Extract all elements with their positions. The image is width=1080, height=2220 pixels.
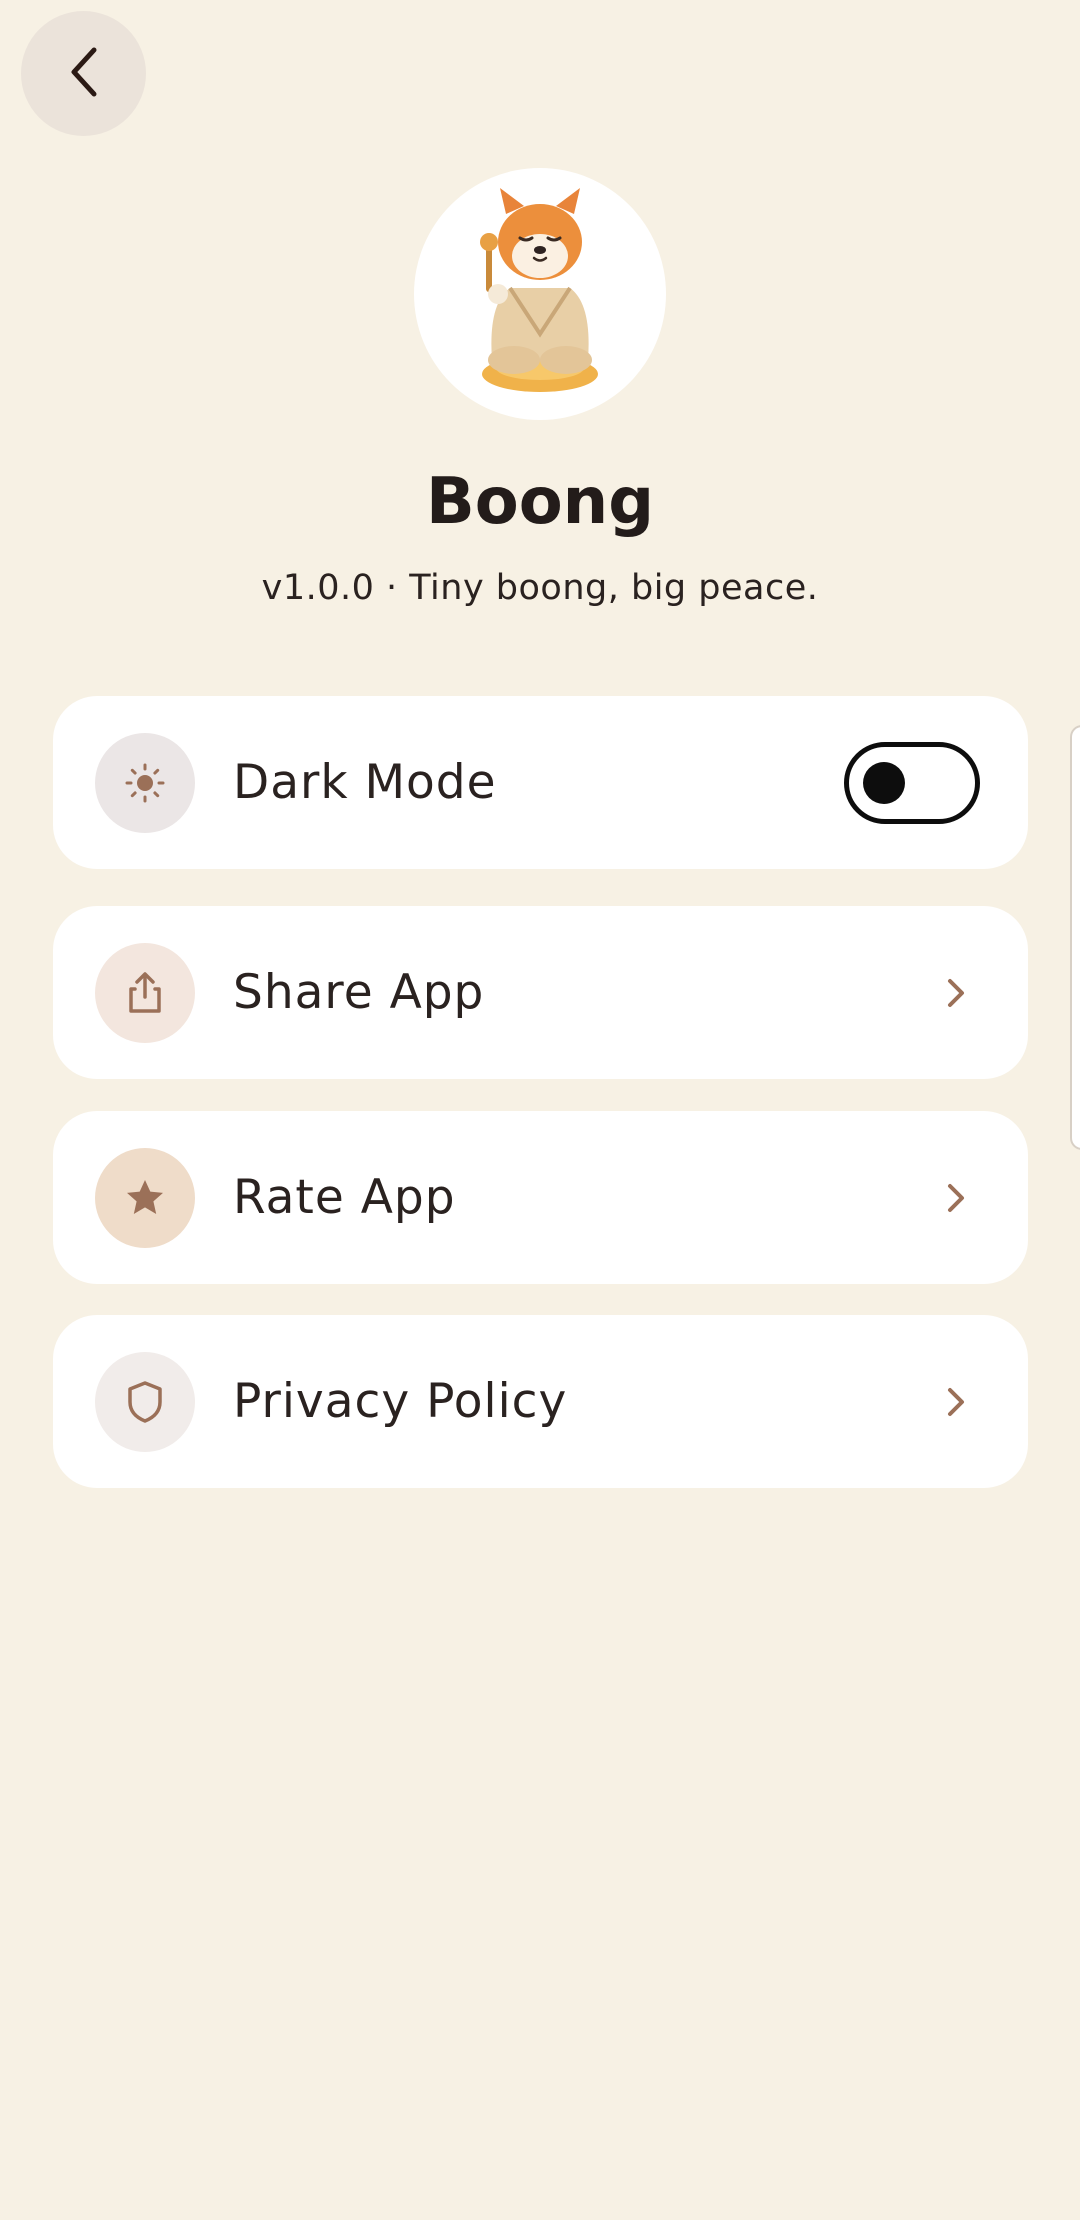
share-icon — [95, 942, 195, 1043]
share-app-row[interactable]: Share App — [53, 906, 1028, 1079]
avatar — [414, 168, 666, 420]
shiba-mascot-image — [480, 188, 598, 392]
privacy-policy-label: Privacy Policy — [233, 1374, 568, 1429]
chevron-right-icon — [936, 973, 976, 1013]
chevron-right-icon — [936, 1178, 976, 1218]
app-name: Boong — [425, 465, 655, 539]
shield-icon — [95, 1351, 195, 1452]
privacy-policy-row[interactable]: Privacy Policy — [53, 1315, 1028, 1488]
dark-mode-toggle[interactable] — [844, 741, 980, 824]
share-app-label: Share App — [233, 965, 485, 1020]
toggle-knob — [863, 761, 905, 804]
dark-mode-label: Dark Mode — [233, 755, 497, 810]
back-button[interactable] — [21, 11, 146, 136]
sun-icon — [95, 732, 195, 833]
rate-app-label: Rate App — [233, 1170, 456, 1225]
chevron-right-icon — [936, 1382, 976, 1422]
star-icon — [95, 1147, 195, 1248]
rate-app-row[interactable]: Rate App — [53, 1111, 1028, 1284]
app-tagline: v1.0.0 · Tiny boong, big peace. — [261, 568, 819, 608]
dark-mode-row[interactable]: Dark Mode — [53, 696, 1028, 869]
chevron-left-icon — [64, 44, 104, 104]
edge-panel-handle[interactable] — [1070, 725, 1080, 1150]
